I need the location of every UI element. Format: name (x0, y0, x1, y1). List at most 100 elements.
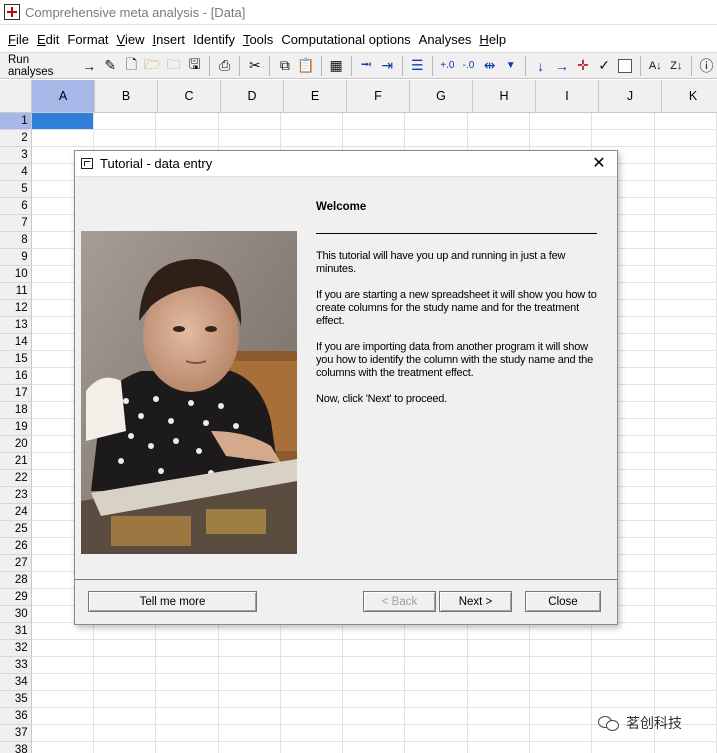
grid-cell[interactable] (467, 623, 531, 640)
close-button[interactable]: Close (525, 591, 601, 612)
grid-cell[interactable] (530, 640, 593, 657)
grid-cell[interactable] (654, 402, 717, 419)
folder-icon[interactable]: 🗀 (164, 56, 183, 76)
menu-help[interactable]: Help (475, 32, 510, 47)
grid-cell[interactable] (31, 130, 94, 147)
cross-icon[interactable]: ✛ (573, 56, 592, 76)
grid-cell[interactable] (156, 691, 219, 708)
column-header-c[interactable]: C (158, 80, 221, 113)
grid-cell[interactable] (218, 113, 281, 130)
grid-cell[interactable] (654, 572, 717, 589)
row-header[interactable]: 11 (0, 283, 32, 300)
grid-cell[interactable] (343, 708, 406, 725)
row-header[interactable]: 19 (0, 419, 32, 436)
grid-cell[interactable] (530, 130, 593, 147)
grid-cell[interactable] (654, 249, 717, 266)
grid-cell[interactable] (218, 640, 281, 657)
grid-cell[interactable] (654, 300, 717, 317)
grid-cell[interactable] (156, 623, 219, 640)
grid-cell[interactable] (405, 708, 468, 725)
grid-cell[interactable] (405, 674, 468, 691)
grid-cell[interactable] (218, 623, 281, 640)
grid-cell[interactable] (156, 130, 219, 147)
grid-cell[interactable] (654, 181, 717, 198)
dropdown-icon[interactable]: ▼ (501, 56, 520, 76)
grid-cell[interactable] (654, 436, 717, 453)
grid-cell[interactable] (280, 130, 344, 147)
sort-ascending-icon[interactable]: A↓ (646, 56, 665, 76)
row-header[interactable]: 21 (0, 453, 32, 470)
column-header-d[interactable]: D (221, 80, 284, 113)
arrow-right-blue-icon[interactable]: → (552, 56, 571, 76)
grid-cell[interactable] (654, 351, 717, 368)
grid-cell[interactable] (93, 708, 157, 725)
new-file-icon[interactable]: 🗋 (122, 56, 141, 76)
grid-cell[interactable] (218, 130, 281, 147)
grid-cell[interactable] (530, 725, 593, 742)
row-header[interactable]: 31 (0, 623, 32, 640)
grid-cell[interactable] (654, 419, 717, 436)
paste-icon[interactable]: 📋 (296, 56, 315, 76)
grid-cell[interactable] (156, 113, 219, 130)
grid-cell[interactable] (530, 657, 593, 674)
grid-cell[interactable] (654, 266, 717, 283)
indent-decrease-icon[interactable]: ⭲ (357, 56, 376, 76)
grid-cell[interactable] (654, 453, 717, 470)
grid-cell[interactable] (343, 113, 406, 130)
grid-cell[interactable] (31, 640, 94, 657)
grid-cell[interactable] (654, 130, 717, 147)
arrow-right-icon[interactable]: → (80, 56, 99, 76)
close-icon[interactable]: ✕ (589, 154, 609, 174)
row-header[interactable]: 16 (0, 368, 32, 385)
arrow-down-icon[interactable]: ↓ (531, 56, 550, 76)
info-icon[interactable]: ⓘ (697, 56, 716, 76)
grid-cell[interactable] (31, 708, 94, 725)
grid-cell[interactable] (530, 113, 593, 130)
grid-cell[interactable] (31, 691, 94, 708)
grid-cell[interactable] (93, 640, 157, 657)
checkmark-icon[interactable]: ✓ (595, 56, 614, 76)
menu-file[interactable]: File (4, 32, 33, 47)
grid-cell[interactable] (93, 674, 157, 691)
grid-cell[interactable] (31, 674, 94, 691)
grid-cell[interactable] (654, 555, 717, 572)
column-header-a[interactable]: A (32, 80, 95, 113)
grid-cell[interactable] (467, 691, 531, 708)
tell-me-more-button[interactable]: Tell me more (88, 591, 257, 612)
grid-cell[interactable] (654, 232, 717, 249)
row-header[interactable]: 20 (0, 436, 32, 453)
grid-cell[interactable] (654, 691, 717, 708)
grid-cell[interactable] (31, 113, 94, 130)
grid-cell[interactable] (467, 657, 531, 674)
grid-cell[interactable] (592, 640, 655, 657)
grid-cell[interactable] (94, 742, 157, 753)
menu-tools[interactable]: Tools (239, 32, 277, 47)
grid-cell[interactable] (654, 113, 717, 130)
grid-cell[interactable] (218, 725, 281, 742)
grid-cell[interactable] (654, 317, 717, 334)
menu-computational-options[interactable]: Computational options (277, 32, 414, 47)
menu-format[interactable]: Format (63, 32, 112, 47)
row-header[interactable]: 35 (0, 691, 32, 708)
row-header[interactable]: 17 (0, 385, 32, 402)
grid-cell[interactable] (530, 674, 593, 691)
row-header[interactable]: 25 (0, 521, 32, 538)
column-header-b[interactable]: B (95, 80, 158, 113)
grid-cell[interactable] (592, 623, 655, 640)
grid-cell[interactable] (156, 708, 219, 725)
column-header-f[interactable]: F (347, 80, 410, 113)
row-header[interactable]: 3 (0, 147, 32, 164)
row-header[interactable]: 5 (0, 181, 32, 198)
grid-cell[interactable] (31, 657, 94, 674)
grid-cell[interactable] (654, 657, 717, 674)
grid-cell[interactable] (156, 657, 219, 674)
grid-cell[interactable] (156, 742, 219, 753)
column-header-e[interactable]: E (284, 80, 347, 113)
grid-cell[interactable] (654, 368, 717, 385)
grid-cell[interactable] (654, 215, 717, 232)
grid-cell[interactable] (467, 113, 531, 130)
grid-cell[interactable] (592, 657, 655, 674)
grid-cell[interactable] (405, 130, 468, 147)
grid-cell[interactable] (280, 657, 344, 674)
menu-identify[interactable]: Identify (189, 32, 239, 47)
